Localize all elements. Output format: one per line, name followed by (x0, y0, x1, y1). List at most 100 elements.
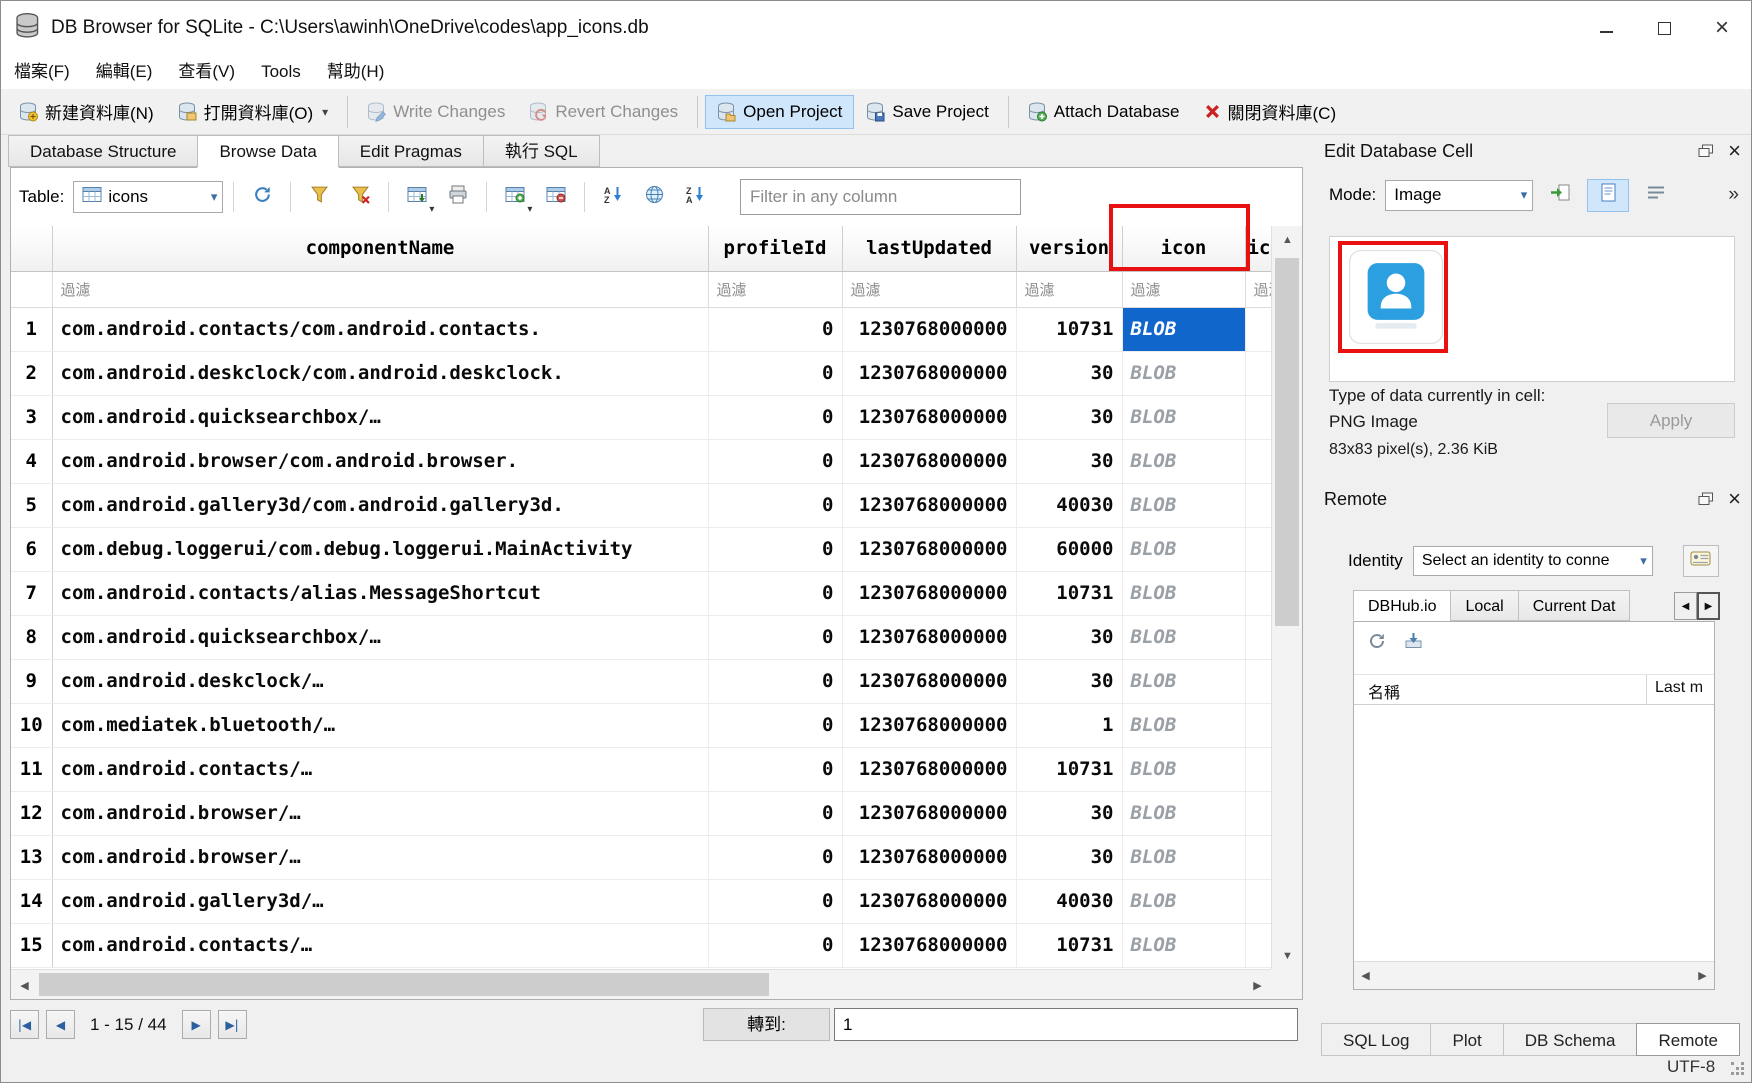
cell-version[interactable]: 30 (1016, 615, 1122, 659)
tab-scroll-left-button[interactable]: ◀ (1674, 592, 1697, 620)
scroll-right-button[interactable]: ▶ (1244, 970, 1271, 1000)
goto-input[interactable] (834, 1008, 1298, 1041)
cell-componentName[interactable]: com.android.contacts/… (52, 747, 708, 791)
overflow-chevron-icon[interactable]: » (1728, 184, 1739, 206)
import-data-button[interactable] (1542, 179, 1578, 212)
cell-profileId[interactable]: 0 (708, 615, 842, 659)
dock-tab-1[interactable]: Plot (1430, 1023, 1503, 1056)
cell-lastUpdated[interactable]: 1230768000000 (842, 439, 1016, 483)
cell-componentName[interactable]: com.android.contacts/alias.MessageShortc… (52, 571, 708, 615)
row-header[interactable]: 8 (11, 615, 52, 659)
close-panel-icon[interactable]: × (1728, 488, 1741, 510)
menu-item-2[interactable]: 查看(V) (165, 55, 248, 89)
cell-lastUpdated[interactable]: 1230768000000 (842, 835, 1016, 879)
cell-partial[interactable] (1245, 703, 1271, 747)
cell-icon-blob[interactable]: BLOB (1122, 395, 1245, 439)
float-panel-icon[interactable] (1698, 144, 1714, 158)
menu-item-3[interactable]: Tools (248, 55, 314, 89)
cell-icon-blob[interactable]: BLOB (1122, 747, 1245, 791)
filter-input-version[interactable]: 過濾 (1016, 271, 1122, 307)
remote-tab-1[interactable]: Local (1450, 590, 1518, 621)
clear-filters-button[interactable] (342, 180, 378, 214)
cell-lastUpdated[interactable]: 1230768000000 (842, 351, 1016, 395)
remote-tab-0[interactable]: DBHub.io (1353, 590, 1451, 621)
row-header[interactable]: 15 (11, 923, 52, 967)
cell-icon-blob[interactable]: BLOB (1122, 615, 1245, 659)
cell-icon-blob[interactable]: BLOB (1122, 439, 1245, 483)
close-database-button[interactable]: 關閉資料庫(C) (1192, 92, 1349, 131)
revert-changes-button[interactable]: Revert Changes (517, 95, 690, 129)
cell-icon-blob[interactable]: BLOB (1122, 571, 1245, 615)
prev-page-button[interactable]: ◀ (46, 1010, 75, 1039)
filter-input-icon[interactable]: 過濾 (1122, 271, 1245, 307)
menu-item-0[interactable]: 檔案(F) (1, 55, 83, 89)
cell-version[interactable]: 30 (1016, 395, 1122, 439)
open-project-button[interactable]: Open Project (705, 95, 854, 129)
dock-tab-0[interactable]: SQL Log (1321, 1023, 1431, 1056)
remote-column-lastmodified[interactable]: Last m (1647, 675, 1714, 704)
column-header-profileId[interactable]: profileId (708, 226, 842, 271)
save-project-button[interactable]: Save Project (854, 95, 1000, 129)
open-database-button[interactable]: 打開資料庫(O) ▾ (166, 92, 341, 131)
vertical-scrollbar[interactable]: ▲ ▼ (1271, 226, 1302, 969)
cell-profileId[interactable]: 0 (708, 835, 842, 879)
cell-version[interactable]: 30 (1016, 439, 1122, 483)
cell-lastUpdated[interactable]: 1230768000000 (842, 923, 1016, 967)
scroll-left-button[interactable]: ◀ (1354, 962, 1377, 989)
row-header[interactable]: 6 (11, 527, 52, 571)
cell-lastUpdated[interactable]: 1230768000000 (842, 307, 1016, 351)
cell-lastUpdated[interactable]: 1230768000000 (842, 791, 1016, 835)
row-header[interactable]: 5 (11, 483, 52, 527)
insert-record-button[interactable]: ▾ (497, 180, 533, 214)
filter-input-componentName[interactable]: 過濾 (52, 271, 708, 307)
menu-item-4[interactable]: 幫助(H) (314, 55, 398, 89)
cell-icon-blob[interactable]: BLOB (1122, 835, 1245, 879)
row-header[interactable]: 2 (11, 351, 52, 395)
row-header[interactable]: 4 (11, 439, 52, 483)
cell-componentName[interactable]: com.mediatek.bluetooth/… (52, 703, 708, 747)
cell-lastUpdated[interactable]: 1230768000000 (842, 527, 1016, 571)
new-database-button[interactable]: 新建資料庫(N) (7, 92, 166, 131)
word-wrap-button[interactable] (1638, 179, 1674, 212)
dock-tab-3[interactable]: Remote (1636, 1023, 1740, 1056)
row-header[interactable]: 9 (11, 659, 52, 703)
horizontal-scrollbar[interactable]: ◀ ▶ (11, 969, 1271, 999)
cell-version[interactable]: 10731 (1016, 923, 1122, 967)
cell-lastUpdated[interactable]: 1230768000000 (842, 395, 1016, 439)
cell-partial[interactable] (1245, 791, 1271, 835)
cell-icon-blob[interactable]: BLOB (1122, 703, 1245, 747)
cell-profileId[interactable]: 0 (708, 703, 842, 747)
attach-database-button[interactable]: Attach Database (1016, 95, 1192, 129)
main-tab-1[interactable]: Browse Data (197, 135, 338, 168)
scroll-up-button[interactable]: ▲ (1272, 226, 1303, 253)
cell-version[interactable]: 40030 (1016, 879, 1122, 923)
column-header-version[interactable]: version (1016, 226, 1122, 271)
main-tab-2[interactable]: Edit Pragmas (338, 135, 484, 167)
save-results-button[interactable]: ▾ (399, 180, 435, 214)
apply-button[interactable]: Apply (1607, 403, 1735, 438)
column-header-icon[interactable]: icon (1122, 226, 1245, 271)
cell-componentName[interactable]: com.android.gallery3d/com.android.galler… (52, 483, 708, 527)
next-page-button[interactable]: ▶ (182, 1010, 211, 1039)
row-header[interactable]: 11 (11, 747, 52, 791)
scroll-down-button[interactable]: ▼ (1272, 942, 1303, 969)
row-header[interactable]: 7 (11, 571, 52, 615)
cell-componentName[interactable]: com.android.deskclock/… (52, 659, 708, 703)
cell-componentName[interactable]: com.android.contacts/… (52, 923, 708, 967)
cell-lastUpdated[interactable]: 1230768000000 (842, 659, 1016, 703)
cell-profileId[interactable]: 0 (708, 659, 842, 703)
row-header[interactable]: 12 (11, 791, 52, 835)
filter-input-ic[interactable]: 過濾 (1245, 271, 1271, 307)
remote-clone-icon[interactable] (1404, 632, 1423, 654)
cell-profileId[interactable]: 0 (708, 791, 842, 835)
cell-partial[interactable] (1245, 923, 1271, 967)
refresh-button[interactable] (244, 180, 280, 214)
remote-refresh-icon[interactable] (1368, 632, 1386, 655)
cell-version[interactable]: 1 (1016, 703, 1122, 747)
cell-profileId[interactable]: 0 (708, 527, 842, 571)
cell-profileId[interactable]: 0 (708, 439, 842, 483)
row-header[interactable]: 1 (11, 307, 52, 351)
cell-version[interactable]: 30 (1016, 659, 1122, 703)
minimize-button[interactable] (1577, 1, 1635, 55)
cell-icon-blob[interactable]: BLOB (1122, 659, 1245, 703)
